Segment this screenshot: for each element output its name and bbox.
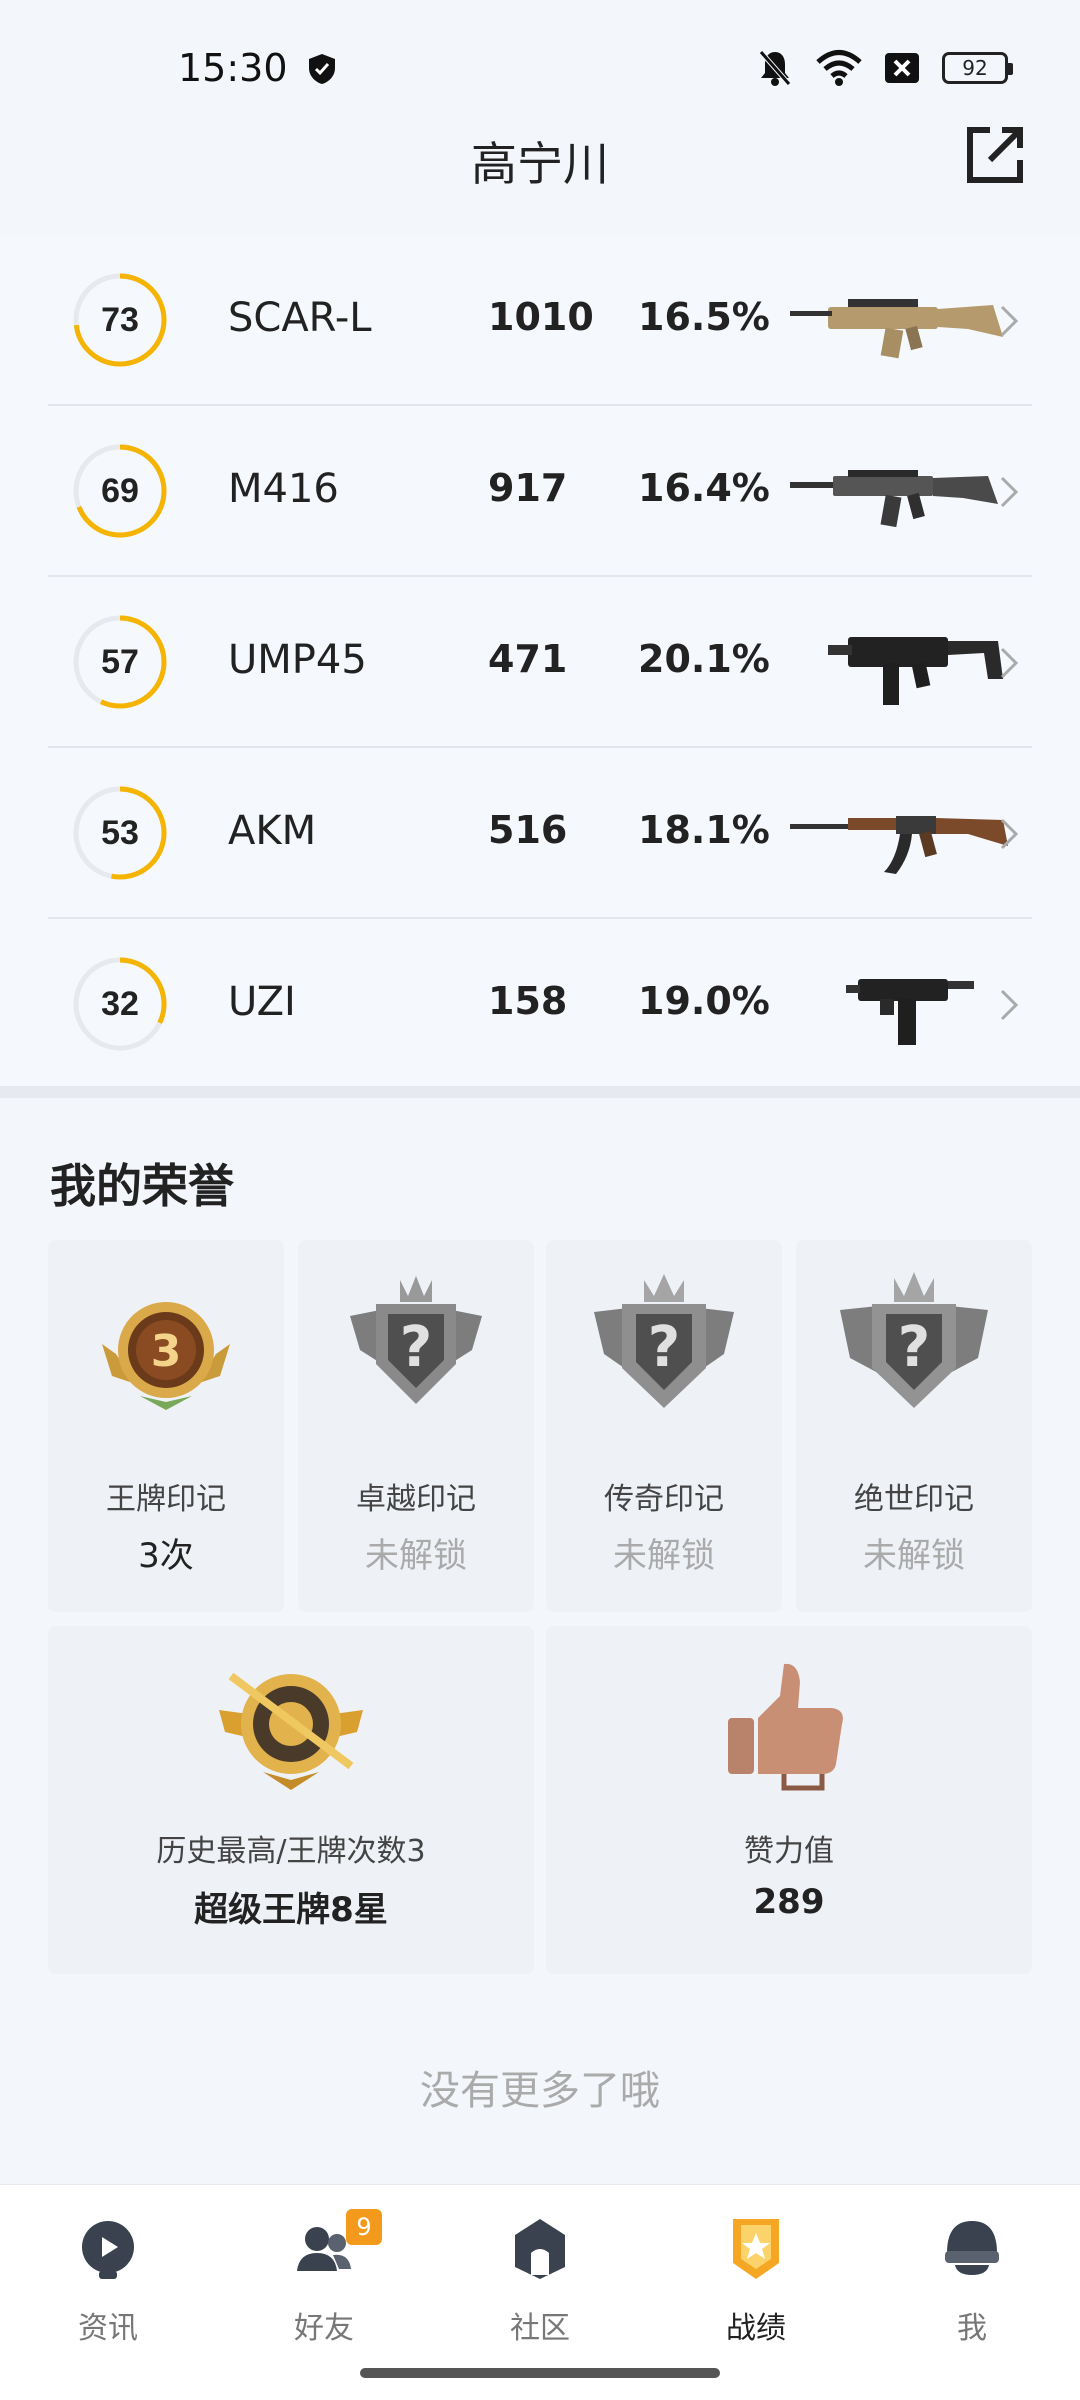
status-bar: 15:30 92 bbox=[0, 0, 1080, 130]
svg-text:?: ? bbox=[400, 1315, 432, 1380]
akm-rifle-image bbox=[790, 816, 1008, 874]
likes-value: 289 bbox=[753, 1882, 825, 1922]
legend-mark-value: 未解锁 bbox=[613, 1536, 715, 1576]
unrivaled-mark-name: 绝世印记 bbox=[854, 1482, 974, 1517]
ace-badge-icon: 3 bbox=[102, 1302, 230, 1410]
highest-rank-value: 超级王牌8星 bbox=[194, 1890, 388, 1930]
weapon-list: 73 SCAR-L 1010 16.5% 69 M416 917 16.4% 5… bbox=[0, 235, 1080, 1090]
home-indicator[interactable] bbox=[360, 2368, 720, 2378]
nav-profile-label: 我 bbox=[957, 2311, 987, 2346]
weapon-row-m416[interactable]: 69 M416 917 16.4% bbox=[48, 406, 1032, 577]
ump45-smg-image bbox=[828, 637, 1003, 705]
nav-record[interactable]: 战绩 bbox=[686, 2213, 826, 2346]
rank-badge-icon bbox=[219, 1672, 363, 1790]
share-icon[interactable] bbox=[962, 122, 1028, 188]
excellence-mark-value: 未解锁 bbox=[365, 1536, 467, 1576]
chevron-right-icon bbox=[1000, 305, 1019, 337]
nav-news[interactable]: 资讯 bbox=[38, 2213, 178, 2346]
scar-l-rifle-image bbox=[790, 299, 1003, 359]
unrivaled-mark-card[interactable]: ? 绝世印记 未解锁 bbox=[796, 1240, 1032, 1612]
ace-mark-card[interactable]: 3 王牌印记 3次 bbox=[48, 1240, 284, 1612]
chevron-right-icon bbox=[1000, 989, 1019, 1021]
status-icons: 92 bbox=[756, 46, 1013, 90]
weapon-kills: 516 bbox=[488, 808, 568, 852]
weapon-score: 32 bbox=[101, 984, 139, 1023]
weapon-name: SCAR-L bbox=[228, 295, 372, 341]
wifi-icon bbox=[816, 50, 862, 86]
weapon-score: 73 bbox=[101, 300, 139, 339]
highest-rank-name: 历史最高/王牌次数3 bbox=[156, 1834, 426, 1869]
uzi-smg-image bbox=[846, 979, 974, 1045]
nav-friends-label: 好友 bbox=[294, 2311, 354, 2346]
weapon-kills: 917 bbox=[488, 466, 568, 510]
locked-badge-icon: ? bbox=[840, 1272, 988, 1408]
weapon-kills: 471 bbox=[488, 637, 568, 681]
weapon-rate: 18.1% bbox=[638, 808, 770, 852]
nav-record-label: 战绩 bbox=[726, 2311, 786, 2346]
ace-badge-number: 3 bbox=[151, 1326, 182, 1377]
honor-section-title: 我的荣誉 bbox=[50, 1159, 234, 1213]
m416-rifle-image bbox=[790, 470, 998, 528]
excellence-mark-name: 卓越印记 bbox=[356, 1482, 476, 1517]
profile-icon bbox=[945, 2221, 999, 2275]
svg-text:?: ? bbox=[898, 1315, 930, 1380]
friends-count-badge: 9 bbox=[346, 2209, 382, 2245]
weapon-kills: 1010 bbox=[488, 295, 594, 339]
thumbs-up-icon bbox=[728, 1663, 843, 1791]
nav-community[interactable]: 社区 bbox=[470, 2213, 610, 2346]
page-title: 高宁川 bbox=[471, 137, 609, 191]
weapon-score: 69 bbox=[101, 471, 139, 510]
weapon-row-scar-l[interactable]: 73 SCAR-L 1010 16.5% bbox=[48, 235, 1032, 406]
weapon-rate: 20.1% bbox=[638, 637, 770, 681]
shield-icon bbox=[309, 54, 335, 84]
chevron-right-icon bbox=[1000, 476, 1019, 508]
weapon-name: AKM bbox=[228, 808, 317, 854]
weapon-score: 53 bbox=[101, 813, 139, 852]
chevron-right-icon bbox=[1000, 647, 1019, 679]
highest-rank-card[interactable]: 历史最高/王牌次数3 超级王牌8星 bbox=[48, 1626, 534, 1974]
sim-off-icon bbox=[885, 53, 919, 83]
weapon-name: M416 bbox=[228, 466, 339, 512]
battery-level: 92 bbox=[962, 56, 988, 80]
no-more-text: 没有更多了哦 bbox=[420, 2068, 660, 2114]
unrivaled-mark-value: 未解锁 bbox=[863, 1536, 965, 1576]
excellence-mark-card[interactable]: ? 卓越印记 未解锁 bbox=[298, 1240, 534, 1612]
battery-icon: 92 bbox=[942, 52, 1013, 84]
locked-badge-icon: ? bbox=[350, 1276, 482, 1404]
likes-name: 赞力值 bbox=[744, 1834, 834, 1869]
locked-badge-icon: ? bbox=[594, 1274, 734, 1408]
weapon-name: UMP45 bbox=[228, 637, 367, 683]
nav-news-label: 资讯 bbox=[78, 2311, 138, 2346]
ace-mark-name: 王牌印记 bbox=[106, 1482, 226, 1517]
legend-mark-name: 传奇印记 bbox=[604, 1482, 724, 1517]
community-icon bbox=[515, 2219, 565, 2279]
news-icon bbox=[82, 2221, 134, 2279]
svg-text:?: ? bbox=[648, 1315, 680, 1380]
section-divider bbox=[0, 1086, 1080, 1098]
weapon-row-akm[interactable]: 53 AKM 516 18.1% bbox=[48, 748, 1032, 919]
weapon-rate: 19.0% bbox=[638, 979, 770, 1023]
weapon-kills: 158 bbox=[488, 979, 568, 1023]
weapon-score: 57 bbox=[101, 642, 139, 681]
nav-community-label: 社区 bbox=[510, 2311, 570, 2346]
weapon-row-ump45[interactable]: 57 UMP45 471 20.1% bbox=[48, 577, 1032, 748]
weapon-name: UZI bbox=[228, 979, 296, 1025]
bell-muted-icon bbox=[759, 50, 791, 86]
weapon-row-uzi[interactable]: 32 UZI 158 19.0% bbox=[48, 919, 1032, 1090]
likes-card[interactable]: 赞力值 289 bbox=[546, 1626, 1032, 1974]
status-time: 15:30 bbox=[178, 46, 288, 90]
weapon-rate: 16.4% bbox=[638, 466, 770, 510]
chevron-right-icon bbox=[1000, 818, 1019, 850]
ace-mark-value: 3次 bbox=[138, 1536, 194, 1576]
nav-profile[interactable]: 我 bbox=[902, 2213, 1042, 2346]
nav-friends[interactable]: 9 好友 bbox=[254, 2209, 394, 2346]
legend-mark-card[interactable]: ? 传奇印记 未解锁 bbox=[546, 1240, 782, 1612]
weapon-rate: 16.5% bbox=[638, 295, 770, 339]
record-icon bbox=[733, 2219, 779, 2279]
